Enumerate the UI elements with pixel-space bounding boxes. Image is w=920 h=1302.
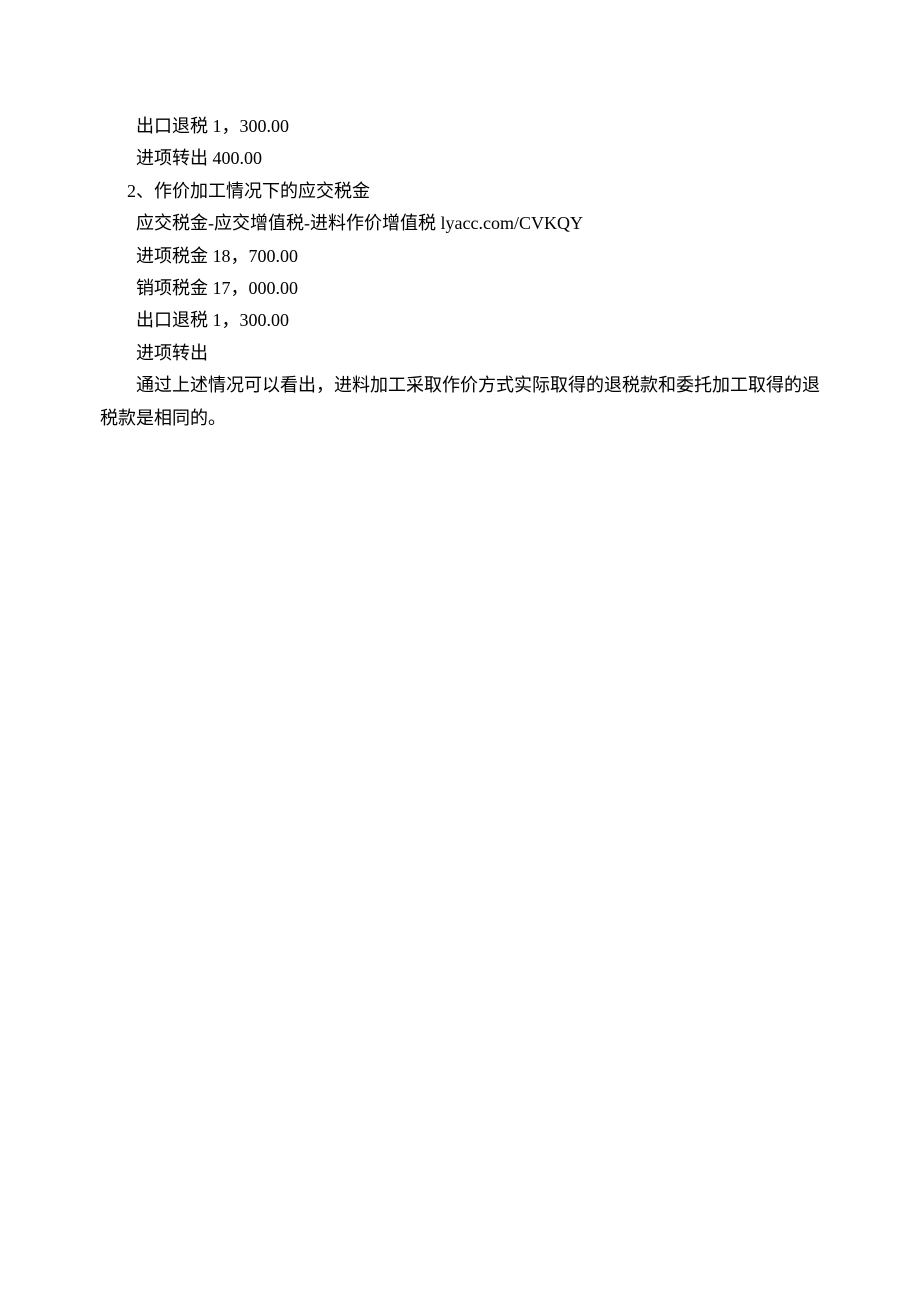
paragraph-continuation: 税款是相同的。 xyxy=(100,402,820,434)
text-line: 进项转出 400.00 xyxy=(100,142,820,174)
text-line: 2、作价加工情况下的应交税金 xyxy=(100,175,820,207)
document-page: 出口退税 1，300.00 进项转出 400.00 2、作价加工情况下的应交税金… xyxy=(0,0,920,1302)
text-line: 应交税金-应交增值税-进料作价增值税 lyacc.com/CVKQY xyxy=(100,207,820,239)
text-line: 进项税金 18，700.00 xyxy=(100,240,820,272)
text-line: 出口退税 1，300.00 xyxy=(100,110,820,142)
paragraph-line: 通过上述情况可以看出，进料加工采取作价方式实际取得的退税款和委托加工取得的退 xyxy=(100,369,820,401)
text-line: 销项税金 17，000.00 xyxy=(100,272,820,304)
text-line: 进项转出 xyxy=(100,337,820,369)
text-line: 出口退税 1，300.00 xyxy=(100,304,820,336)
